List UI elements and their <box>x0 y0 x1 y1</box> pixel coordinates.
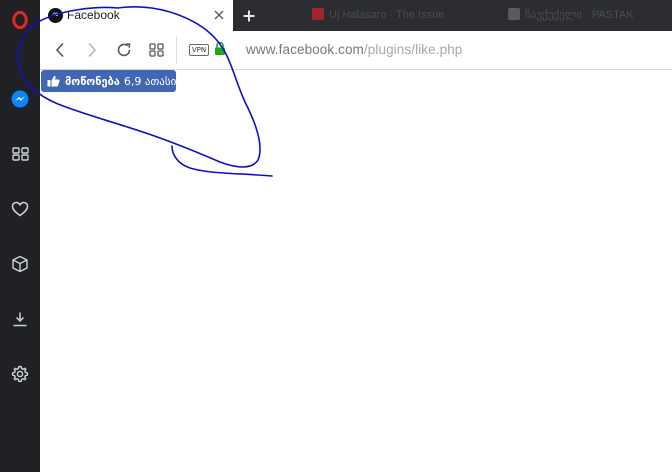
facebook-favicon-icon: ∞ <box>48 8 63 23</box>
site-favicon-icon <box>508 8 520 20</box>
facebook-like-button[interactable]: მოწონება 6,9 ათასი <box>41 70 176 92</box>
new-tab-plus-icon[interactable] <box>240 7 257 24</box>
back-button[interactable] <box>49 39 71 61</box>
messenger-icon[interactable] <box>0 79 40 119</box>
chevron-left-icon <box>55 42 64 58</box>
download-icon[interactable] <box>0 299 40 339</box>
vpn-badge[interactable]: VPN <box>189 44 209 56</box>
opera-logo-icon[interactable] <box>0 0 40 40</box>
sidebar <box>0 0 40 472</box>
lock-icon[interactable] <box>214 41 226 61</box>
tabs-grid-button[interactable] <box>145 39 167 61</box>
url-path: /plugins/like.php <box>363 42 463 57</box>
reload-icon <box>117 43 131 57</box>
tab-strip: ∞ Facebook Uj Halasaro · The Issue ჩაუქუ… <box>40 0 672 31</box>
tab-background-2[interactable]: ჩაუქუქელი · PASTAK <box>508 8 634 24</box>
thumbs-up-icon <box>47 75 60 87</box>
like-label: მოწონება <box>65 74 120 88</box>
like-count: 6,9 ათასი <box>123 74 177 88</box>
tab-title: ჩაუქუქელი · PASTAK <box>525 9 634 21</box>
address-bar[interactable]: VPN www.facebook.com/plugins/like.php <box>176 36 672 64</box>
tab-close-icon[interactable] <box>211 7 227 23</box>
tab-title: Uj Halasaro · The Issue <box>329 9 445 21</box>
reload-button[interactable] <box>113 39 135 61</box>
youtube-favicon-icon <box>312 8 324 20</box>
speed-dial-icon[interactable] <box>0 134 40 174</box>
grid-icon <box>148 43 164 57</box>
toolbar: VPN www.facebook.com/plugins/like.php <box>40 31 672 70</box>
tab-facebook[interactable]: ∞ Facebook <box>40 0 233 31</box>
cube-icon[interactable] <box>0 244 40 284</box>
chevron-right-icon <box>88 42 97 58</box>
url-text[interactable]: www.facebook.com/plugins/like.php <box>246 42 462 57</box>
heart-icon[interactable] <box>0 189 40 229</box>
tab-background-1[interactable]: Uj Halasaro · The Issue <box>312 8 444 24</box>
forward-button[interactable] <box>81 39 103 61</box>
settings-gear-icon[interactable] <box>0 354 40 394</box>
url-host: www.facebook.com <box>246 42 364 57</box>
tab-title: Facebook <box>67 8 120 22</box>
